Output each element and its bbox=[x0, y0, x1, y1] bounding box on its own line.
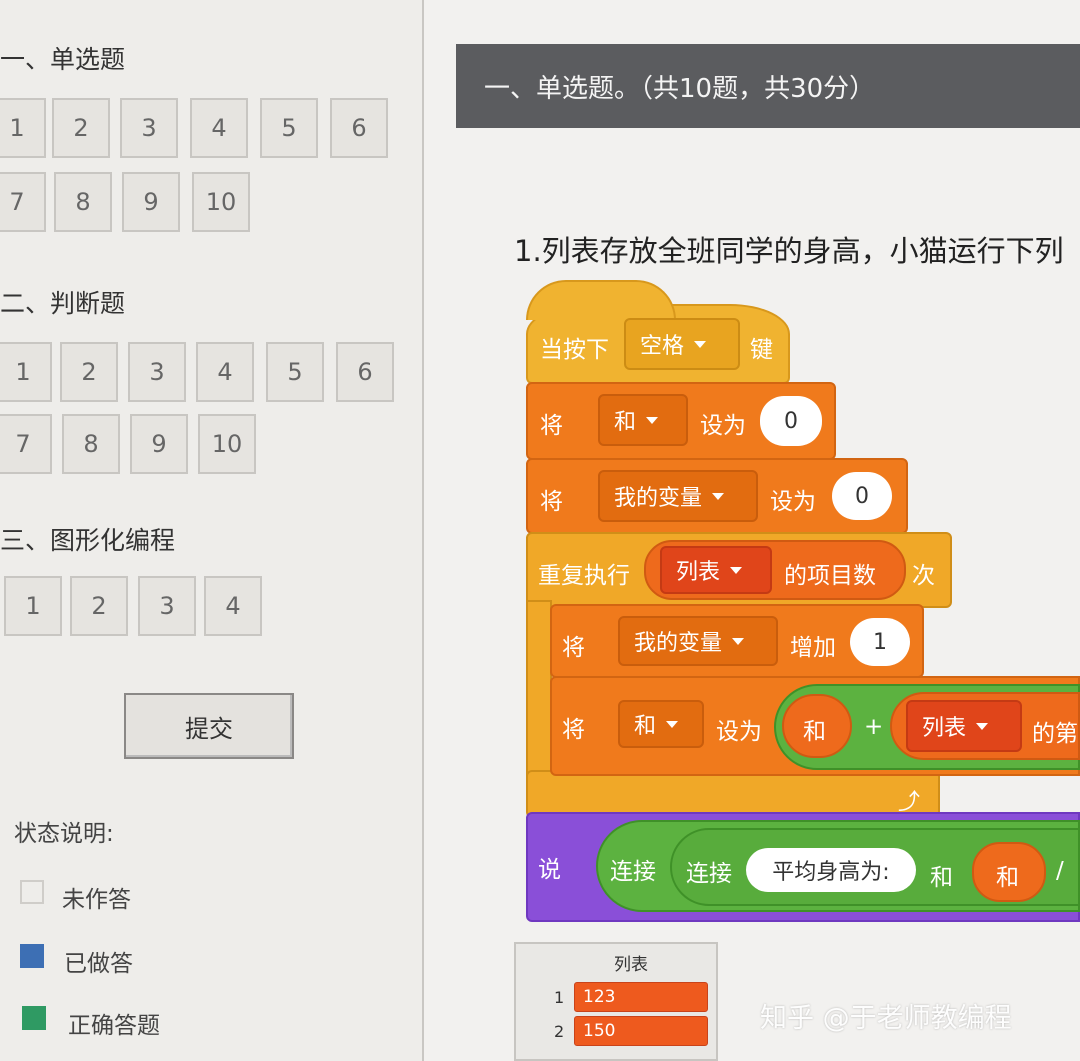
submit-button[interactable]: 提交 bbox=[124, 693, 294, 759]
set-myvar-value: 0 bbox=[832, 472, 892, 520]
question-button[interactable]: 5 bbox=[260, 98, 318, 158]
answer-sheet-panel: 一、单选题 1 2 3 4 5 6 7 8 9 10 二、判断题 1 2 3 4 5 6 7 8 9 10 三、图形… bbox=[0, 0, 424, 1061]
list-row-index: 1 bbox=[554, 988, 565, 1007]
question-button[interactable]: 9 bbox=[122, 172, 180, 232]
question-button[interactable]: 1 bbox=[4, 576, 62, 636]
change-label: 将 bbox=[562, 635, 585, 661]
set-sum-label: 将 bbox=[540, 413, 563, 439]
set-sum-to: 设为 bbox=[700, 413, 746, 439]
question-button[interactable]: 8 bbox=[62, 414, 120, 474]
change-var-dropdown: 我的变量 bbox=[618, 616, 778, 666]
say-label: 说 bbox=[538, 857, 561, 883]
chevron-down-icon bbox=[646, 416, 659, 424]
question-text: 1.列表存放全班同学的身高，小猫运行下列 bbox=[514, 234, 1064, 268]
legend-label-correct: 正确答题 bbox=[68, 1013, 160, 1039]
repeat-times-label: 次 bbox=[912, 563, 935, 589]
list-row-value: 123 bbox=[574, 982, 708, 1012]
legend-label-unanswered: 未作答 bbox=[62, 887, 131, 913]
legend-swatch-correct bbox=[22, 1006, 46, 1030]
say-sum-label: 和 bbox=[996, 865, 1019, 891]
chevron-down-icon bbox=[976, 722, 989, 730]
change-var-value: 我的变量 bbox=[634, 631, 723, 656]
question-button[interactable]: 9 bbox=[130, 414, 188, 474]
list-row-index: 2 bbox=[554, 1022, 565, 1041]
section-header: 一、单选题。（共10题，共30分） bbox=[456, 44, 1080, 128]
section-title-programming: 三、图形化编程 bbox=[0, 526, 176, 555]
set-sum-add-var-dropdown: 和 bbox=[618, 700, 704, 748]
item-label: 的第 bbox=[1032, 721, 1078, 747]
question-button[interactable]: 1 bbox=[0, 342, 52, 402]
question-button[interactable]: 7 bbox=[0, 172, 46, 232]
set-myvar-var-value: 我的变量 bbox=[614, 486, 703, 511]
section-header-text: 一、单选题。（共10题，共30分） bbox=[484, 73, 876, 104]
hat-cap bbox=[526, 280, 676, 320]
key-dropdown-value: 空格 bbox=[640, 334, 685, 359]
question-button[interactable]: 4 bbox=[190, 98, 248, 158]
question-button[interactable]: 4 bbox=[204, 576, 262, 636]
question-button[interactable]: 3 bbox=[120, 98, 178, 158]
question-button[interactable]: 4 bbox=[196, 342, 254, 402]
question-button[interactable]: 2 bbox=[60, 342, 118, 402]
watermark: 知乎 @于老师教编程 bbox=[760, 1003, 1012, 1034]
question-button[interactable]: 5 bbox=[266, 342, 324, 402]
set-myvar-label: 将 bbox=[540, 489, 563, 515]
question-button[interactable]: 6 bbox=[330, 98, 388, 158]
key-dropdown: 空格 bbox=[624, 318, 740, 370]
chevron-down-icon bbox=[694, 340, 707, 348]
repeat-block-arm bbox=[526, 600, 552, 780]
legend-swatch-answered bbox=[20, 944, 44, 968]
question-button[interactable]: 2 bbox=[70, 576, 128, 636]
question-button[interactable]: 10 bbox=[192, 172, 250, 232]
item-list-value: 列表 bbox=[922, 716, 967, 741]
repeat-items-label: 的项目数 bbox=[784, 563, 876, 589]
legend-swatch-unanswered bbox=[20, 880, 44, 904]
list-monitor-title: 列表 bbox=[614, 955, 648, 975]
section-title-true-false: 二、判断题 bbox=[0, 289, 126, 318]
question-button[interactable]: 10 bbox=[198, 414, 256, 474]
question-button[interactable]: 3 bbox=[138, 576, 196, 636]
when-key-suffix: 键 bbox=[750, 337, 773, 363]
question-button[interactable]: 1 bbox=[0, 98, 46, 158]
say-and-label: 和 bbox=[930, 865, 953, 891]
join-outer-label: 连接 bbox=[610, 859, 656, 885]
question-button[interactable]: 8 bbox=[54, 172, 112, 232]
change-by-label: 增加 bbox=[790, 635, 836, 661]
join-inner-label: 连接 bbox=[686, 861, 732, 887]
chevron-down-icon bbox=[666, 720, 679, 728]
set-sum-value: 0 bbox=[760, 396, 822, 446]
repeat-block-bottom bbox=[526, 770, 940, 818]
sum-reporter-label: 和 bbox=[803, 719, 826, 745]
change-value: 1 bbox=[850, 618, 910, 666]
section-title-single-choice: 一、单选题 bbox=[0, 45, 126, 74]
when-key-prefix: 当按下 bbox=[540, 337, 609, 363]
chevron-down-icon bbox=[732, 637, 745, 645]
question-button[interactable]: 7 bbox=[0, 414, 52, 474]
question-button[interactable]: 6 bbox=[336, 342, 394, 402]
set-myvar-dropdown: 我的变量 bbox=[598, 470, 758, 522]
list-row-value: 150 bbox=[574, 1016, 708, 1046]
legend-title: 状态说明: bbox=[14, 821, 114, 847]
say-text-input: 平均身高为: bbox=[746, 848, 916, 892]
set-sum-add-var-value: 和 bbox=[634, 714, 657, 739]
plus-sign: + bbox=[864, 714, 884, 740]
question-button[interactable]: 2 bbox=[52, 98, 110, 158]
item-list-dropdown: 列表 bbox=[906, 700, 1022, 752]
set-sum-var-value: 和 bbox=[614, 410, 637, 435]
set-sum-add-to: 设为 bbox=[716, 719, 762, 745]
set-sum-add-label: 将 bbox=[562, 717, 585, 743]
set-sum-var-dropdown: 和 bbox=[598, 394, 688, 446]
question-button[interactable]: 3 bbox=[128, 342, 186, 402]
chevron-down-icon bbox=[712, 492, 725, 500]
legend-label-answered: 已做答 bbox=[64, 951, 133, 977]
divide-sign: / bbox=[1056, 858, 1064, 884]
set-myvar-to: 设为 bbox=[770, 489, 816, 515]
repeat-list-dropdown: 列表 bbox=[660, 546, 772, 594]
list-monitor: 列表 1 123 2 150 bbox=[514, 942, 718, 1061]
repeat-label: 重复执行 bbox=[538, 563, 630, 589]
chevron-down-icon bbox=[730, 566, 743, 574]
repeat-list-value: 列表 bbox=[676, 560, 721, 585]
